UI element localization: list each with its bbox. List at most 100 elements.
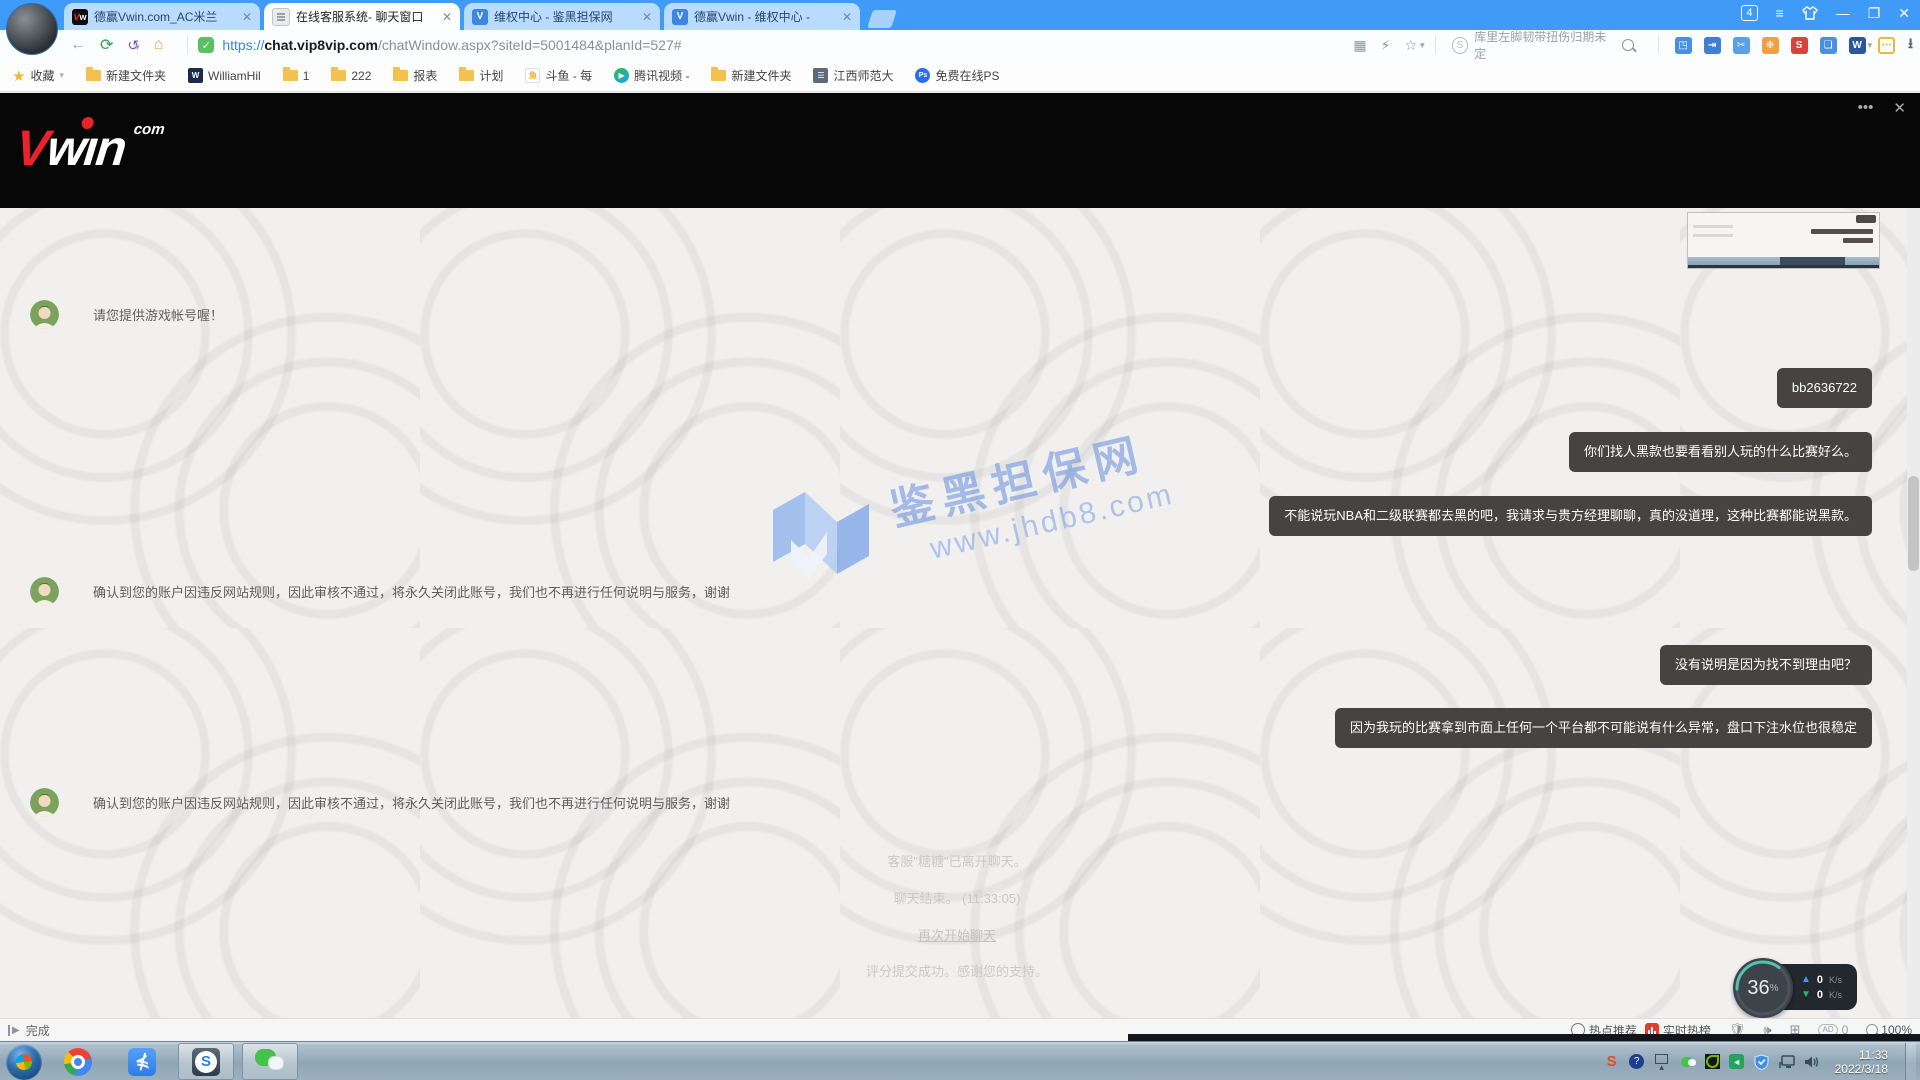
tab-count-badge[interactable]: 4 [1741, 5, 1757, 21]
red-extension-icon[interactable]: S [1791, 37, 1808, 54]
puzzle-extension-icon[interactable]: ◳ [1675, 37, 1692, 54]
ps-icon: Ps [915, 68, 930, 83]
bookmark-favorites[interactable]: ★收藏▾ [12, 67, 64, 85]
bookmark-folder[interactable]: 新建文件夹 [86, 67, 166, 84]
new-tab-button[interactable] [867, 10, 897, 28]
tab-vwin-home[interactable]: Vw 德赢Vwin.com_AC米兰 ✕ [64, 3, 260, 30]
browser-profile-avatar[interactable] [6, 3, 58, 55]
hidden-icons-chevron[interactable]: ▴ [1654, 1054, 1670, 1070]
scissors-extension-icon[interactable]: ✂ [1733, 37, 1750, 54]
tencent-video-icon: ▶ [614, 68, 629, 83]
help-tray-icon[interactable]: ? [1629, 1054, 1645, 1070]
wechat-tray-icon[interactable] [1679, 1055, 1696, 1069]
chevron-down-icon[interactable]: ▾ [1420, 40, 1425, 51]
vwin-logo: Vwın com [13, 119, 128, 177]
divider [187, 36, 188, 54]
taskbar-clock[interactable]: 11:33 2022/3/18 [1835, 1048, 1888, 1076]
taskbar-wechat[interactable] [242, 1043, 298, 1080]
sogou-pinyin-tray-icon[interactable]: S [1604, 1054, 1620, 1070]
show-desktop-button[interactable] [1905, 1043, 1916, 1080]
taskbar-sogou-browser[interactable]: S [178, 1043, 234, 1080]
skin-icon[interactable] [1802, 6, 1818, 20]
system-message-agent-left: 客服"糖糖"已离开聊天。 [0, 851, 1914, 870]
bookmark-folder-report[interactable]: 报表 [393, 67, 437, 84]
network-speed-widget[interactable]: ▲0K/s ▼0K/s 36% [1733, 958, 1858, 1018]
vwin-favicon: Vw [72, 9, 88, 25]
menu-icon[interactable]: ≡ [1776, 4, 1784, 22]
undo-icon[interactable]: ↺▾ [127, 37, 139, 54]
panels-extension-icon[interactable]: ❏ [1820, 37, 1837, 54]
taskbar-chrome[interactable] [50, 1043, 106, 1080]
bookmark-jxnu[interactable]: ☰江西师范大 [813, 67, 893, 84]
chat-more-icon[interactable]: ••• [1858, 99, 1874, 117]
download-value: 0 [1817, 989, 1823, 1001]
folder-icon [393, 70, 408, 81]
search-icon[interactable] [1622, 39, 1634, 51]
nvidia-tray-icon[interactable] [1705, 1054, 1720, 1069]
taskbar-thunder[interactable]: ⋠ [114, 1043, 170, 1080]
agent-message-text: 确认到您的账户因违反网站规则，因此审核不通过，将永久关闭此账号，我们也不再进行任… [93, 793, 730, 812]
close-window-icon[interactable]: ✕ [1898, 4, 1910, 22]
tab-vwin-weiquan[interactable]: V 德赢Vwin - 维权中心 - ✕ [664, 3, 860, 30]
sogou-browser-icon: S [192, 1048, 220, 1076]
reload-icon[interactable]: ⟳ [100, 35, 113, 55]
qr-code-icon[interactable]: ▦ [1353, 37, 1366, 54]
restore-icon[interactable]: ❐ [1868, 4, 1881, 22]
tab-close-icon[interactable]: ✕ [442, 10, 452, 24]
site-safety-shield-icon[interactable]: ✓ [198, 37, 214, 53]
williamhill-icon: W [188, 68, 203, 83]
dots-menu-icon[interactable]: ⋯ [1878, 37, 1895, 54]
bookmark-folder-222[interactable]: 222 [331, 69, 371, 83]
volume-tray-icon[interactable] [1804, 1054, 1820, 1070]
bookmark-williamhill[interactable]: WWilliamHil [188, 68, 261, 83]
home-icon[interactable]: ⌂ [154, 36, 164, 54]
tab-weiquan-center[interactable]: V 维权中心 - 鉴黑担保网 ✕ [464, 3, 660, 30]
address-bar[interactable]: https://chat.vip8vip.com/chatWindow.aspx… [222, 37, 681, 53]
scrollbar-track[interactable] [1907, 208, 1920, 1018]
tab-title: 德赢Vwin.com_AC米兰 [94, 8, 236, 25]
memory-percent-ball[interactable]: 36% [1733, 958, 1793, 1018]
bookmark-douyu[interactable]: 鱼斗鱼 - 每 [525, 67, 592, 84]
tab-close-icon[interactable]: ✕ [242, 10, 252, 24]
agent-avatar [30, 577, 59, 606]
favorite-star-icon[interactable]: ☆ [1404, 37, 1417, 54]
bookmark-online-ps[interactable]: Ps免费在线PS [915, 67, 999, 84]
divider [1435, 36, 1436, 54]
chat-message-area: 鉴黑担保网 www.jhdb8.com 请您提供游戏帐号喔！ bb2636722… [0, 208, 1920, 1018]
jhdb-favicon: V [472, 9, 488, 25]
word-icon[interactable]: W [1849, 37, 1866, 54]
bookmark-tencent-video[interactable]: ▶腾讯视频 - [614, 67, 689, 84]
door-exit-extension-icon[interactable]: ⇥ [1704, 37, 1721, 54]
chat-close-icon[interactable]: ✕ [1893, 99, 1906, 117]
doc-favicon [272, 8, 290, 26]
agent-message-row: 确认到您的账户因违反网站规则，因此审核不通过，将永久关闭此账号，我们也不再进行任… [30, 788, 730, 817]
chevron-down-icon[interactable]: ▾ [1868, 40, 1873, 51]
system-message-rating: 评分提交成功。感谢您的支持。 [0, 961, 1914, 980]
search-hotword[interactable]: 库里左脚韧带扭伤归期未定 [1474, 28, 1615, 62]
tab-close-icon[interactable]: ✕ [642, 10, 652, 24]
agent-message-text: 确认到您的账户因违反网站规则，因此审核不通过，将永久关闭此账号，我们也不再进行任… [93, 582, 730, 601]
search-input[interactable]: S 库里左脚韧带扭伤归期未定 [1452, 34, 1642, 56]
minimize-icon[interactable]: — [1836, 4, 1850, 22]
user-sent-image-thumbnail[interactable] [1687, 212, 1880, 269]
download-icon[interactable]: ⭳ [1908, 33, 1913, 57]
bookmark-folder-plan[interactable]: 计划 [459, 67, 503, 84]
tab-close-icon[interactable]: ✕ [842, 10, 852, 24]
pc-manager-shield-icon[interactable] [1754, 1054, 1770, 1070]
scrollbar-thumb[interactable] [1908, 476, 1919, 571]
green-audio-tray-icon[interactable]: ◄ [1729, 1054, 1745, 1070]
jhdb-favicon: V [672, 9, 688, 25]
vwin-page-header: Vwın com ••• ✕ [0, 93, 1920, 208]
tab-chat-window[interactable]: 在线客服系统- 聊天窗口 ✕ [264, 3, 460, 30]
network-tray-icon[interactable] [1779, 1054, 1795, 1070]
start-button[interactable] [6, 1044, 42, 1080]
back-icon[interactable]: ← [70, 36, 86, 54]
screen: Vw 德赢Vwin.com_AC米兰 ✕ 在线客服系统- 聊天窗口 ✕ V 维权… [0, 0, 1920, 1080]
flash-boost-icon[interactable]: ⚡ [1381, 37, 1391, 54]
restart-chat-link[interactable]: 再次开始聊天 [0, 925, 1914, 944]
paw-extension-icon[interactable]: ❉ [1762, 37, 1779, 54]
bookmark-folder-2[interactable]: 新建文件夹 [711, 67, 791, 84]
jhdb-watermark: 鉴黑担保网 www.jhdb8.com [765, 470, 1162, 600]
url-scheme: https:// [222, 37, 264, 53]
bookmark-folder-1[interactable]: 1 [283, 69, 310, 83]
